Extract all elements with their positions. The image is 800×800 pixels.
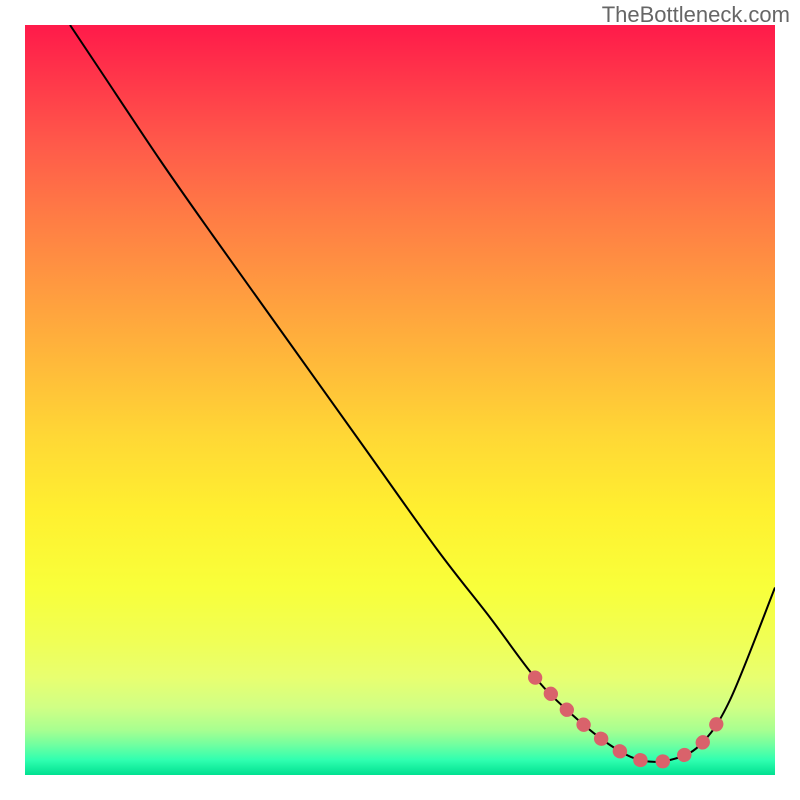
- chart-svg: [25, 25, 775, 775]
- chart-container: TheBottleneck.com: [0, 0, 800, 800]
- plot-area: [25, 25, 775, 775]
- main-curve: [70, 25, 775, 762]
- watermark-text: TheBottleneck.com: [602, 2, 790, 28]
